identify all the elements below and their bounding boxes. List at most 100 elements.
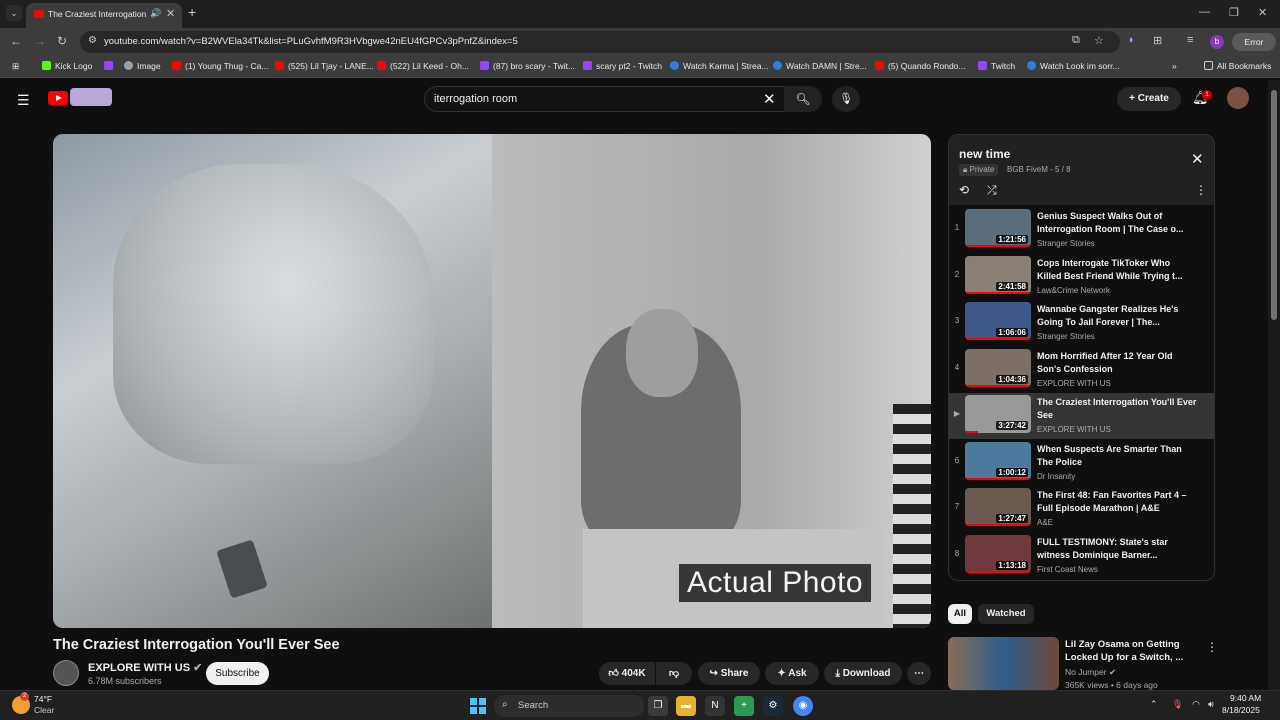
playlist-item-title[interactable]: Cops Interrogate TikToker Who Killed Bes… (1037, 257, 1197, 283)
bookmark-item[interactable]: Watch Karma | Strea... (670, 61, 769, 71)
account-avatar[interactable] (1227, 87, 1249, 109)
ask-button[interactable]: ✦ Ask (765, 662, 819, 685)
playlist-item-thumbnail[interactable]: 2:41:58 (965, 255, 1031, 294)
playlist-item[interactable]: 6 1:00:12 When Suspects Are Smarter Than T… (949, 440, 1214, 486)
forward-button[interactable]: → (34, 34, 46, 48)
scrollbar-thumb[interactable] (1271, 90, 1277, 320)
temperature[interactable]: 74°F (34, 694, 52, 704)
youtube-logo[interactable] (48, 91, 68, 105)
tab-audio-icon[interactable]: 🔊 (150, 8, 161, 19)
extension-icon[interactable]: ◗ (1128, 34, 1135, 46)
close-window-button[interactable]: ✕ (1258, 6, 1267, 19)
recommendation-more-icon[interactable]: ⋮ (1206, 640, 1218, 654)
maximize-button[interactable]: ❐ (1229, 6, 1239, 19)
steam-icon[interactable]: ⚙ (763, 696, 783, 716)
playlist-item-thumbnail[interactable]: 1:27:47 (965, 488, 1031, 526)
playlist-item-title[interactable]: Genius Suspect Walks Out of Interrogatio… (1037, 210, 1197, 236)
playlist-item-channel[interactable]: A&E (1037, 518, 1053, 527)
playlist-title[interactable]: new time (959, 147, 1010, 161)
site-info-icon[interactable]: ⚙ (88, 35, 97, 46)
playlist-item-title[interactable]: When Suspects Are Smarter Than The Polic… (1037, 443, 1197, 469)
search-input[interactable]: iterrogation room ✕ (424, 86, 786, 112)
clear-search-icon[interactable]: ✕ (763, 90, 776, 108)
bookmark-item[interactable] (104, 61, 117, 71)
profile-avatar[interactable]: b (1210, 35, 1224, 49)
install-app-icon[interactable]: ⧉ (1072, 34, 1080, 47)
microphone-in-use-icon[interactable]: 🎙︎ (1172, 699, 1183, 710)
wifi-icon[interactable]: ◠ (1192, 699, 1200, 710)
loop-icon[interactable]: ⟲ (959, 183, 969, 197)
reload-button[interactable]: ↻ (57, 34, 67, 48)
playlist-item[interactable]: 1 1:21:56 Genius Suspect Walks Out of Inte… (949, 207, 1214, 253)
playlist-item-title[interactable]: Wannabe Gangster Realizes He's Going To … (1037, 303, 1197, 329)
chip-watched[interactable]: Watched (978, 604, 1034, 624)
channel-avatar[interactable] (53, 660, 79, 686)
create-button[interactable]: + Create (1117, 87, 1181, 111)
playlist-item-title[interactable]: The Craziest Interrogation You'll Ever S… (1037, 396, 1197, 422)
bookmark-item[interactable]: Image (124, 61, 161, 71)
more-actions-button[interactable]: ⋯ (907, 662, 931, 685)
recommendation-channel[interactable]: No Jumper ✔ (1065, 667, 1116, 678)
bookmark-item[interactable]: (87) bro scary - Twit... (480, 61, 575, 71)
playlist-item-channel[interactable]: Law&Crime Network (1037, 286, 1110, 295)
search-query-text[interactable]: iterrogation room (434, 93, 517, 105)
playlist-item[interactable]: 3 1:06:06 Wannabe Gangster Realizes He's G… (949, 300, 1214, 346)
address-bar[interactable]: ⚙ youtube.com/watch?v=B2WVEla34Tk&list=P… (80, 31, 1120, 53)
bookmark-item[interactable]: (1) Young Thug - Ca... (172, 61, 268, 71)
playlist-item[interactable]: ▶ 3:27:42 The Craziest Interrogation You'l… (949, 393, 1214, 439)
bookmarks-overflow-icon[interactable]: » (1172, 61, 1177, 71)
browser-tab-active[interactable]: The Craziest Interrogation You'll Ever S… (26, 3, 182, 28)
playlist-item-thumbnail[interactable]: 1:00:12 (965, 441, 1031, 480)
bookmark-item[interactable]: Watch Look im sorr... (1027, 61, 1120, 71)
playlist-item-thumbnail[interactable]: 1:21:56 (965, 209, 1031, 247)
start-button[interactable] (470, 698, 486, 714)
youtube-doodle-logo[interactable] (70, 88, 112, 106)
clock-time[interactable]: 9:40 AM (1230, 693, 1261, 703)
all-bookmarks-folder[interactable]: All Bookmarks (1204, 61, 1271, 71)
task-view-icon[interactable]: ❐ (648, 696, 668, 716)
chip-all[interactable]: All (948, 604, 972, 624)
clock-date[interactable]: 8/18/2025 (1222, 705, 1260, 715)
recommendation-thumbnail[interactable] (948, 637, 1059, 690)
bookmark-item[interactable]: Kick Logo (42, 61, 92, 71)
bookmark-item[interactable]: Twitch (978, 61, 1015, 71)
subscribe-button[interactable]: Subscribe (206, 662, 269, 685)
tab-close-icon[interactable]: ✕ (166, 7, 175, 20)
url-text[interactable]: youtube.com/watch?v=B2WVEla34Tk&list=PLu… (104, 36, 518, 47)
apps-grid-icon[interactable]: ⊞ (12, 61, 19, 72)
close-playlist-icon[interactable]: ✕ (1191, 150, 1204, 168)
chrome-icon[interactable]: ◉ (793, 696, 813, 716)
bookmark-item[interactable]: Watch DAMN | Stre... (773, 61, 867, 71)
bookmark-item[interactable]: scary pt2 - Twitch (583, 61, 662, 71)
playlist-item-thumbnail[interactable]: 1:13:18 (965, 534, 1031, 573)
playlist-item[interactable]: 4 1:04:36 Mom Horrified After 12 Year Old … (949, 347, 1214, 393)
like-button[interactable]: 👍︎ 404K (599, 662, 655, 685)
playlist-item-thumbnail[interactable]: 1:04:36 (965, 348, 1031, 387)
spreadsheet-app-icon[interactable]: + (734, 696, 754, 716)
share-button[interactable]: ↪ Share (698, 662, 760, 685)
taskbar-search[interactable]: ⌕ Search (494, 695, 644, 717)
back-button[interactable]: ← (10, 34, 22, 48)
new-tab-button[interactable]: + (188, 4, 196, 20)
channel-name[interactable]: EXPLORE WITH US ✔ (88, 661, 202, 674)
tray-overflow-icon[interactable]: ⌃ (1150, 699, 1158, 710)
playlist-item-title[interactable]: The First 48: Fan Favorites Part 4 – Ful… (1037, 489, 1197, 515)
playlist-item-thumbnail[interactable]: 1:06:06 (965, 302, 1031, 340)
video-player[interactable]: Actual Photo (53, 134, 931, 628)
playlist-item-channel[interactable]: EXPLORE WITH US (1037, 425, 1111, 434)
minimize-button[interactable]: — (1199, 6, 1210, 18)
playlist-item-channel[interactable]: Stranger Stories (1037, 239, 1095, 248)
file-explorer-icon[interactable]: ▬ (676, 696, 696, 716)
voice-search-button[interactable]: 🎙︎ (832, 86, 860, 112)
error-button[interactable]: Error (1232, 33, 1276, 51)
volume-icon[interactable]: 🔊︎ (1208, 699, 1214, 710)
extensions-puzzle-icon[interactable]: ⊞ (1153, 34, 1162, 47)
bookmark-star-icon[interactable]: ☆ (1094, 34, 1104, 47)
weather-condition[interactable]: Clear (34, 705, 54, 715)
playlist-more-icon[interactable]: ⋮ (1195, 183, 1207, 197)
recommendation-title[interactable]: Lil Zay Osama on Getting Locked Up for a… (1065, 638, 1195, 664)
bookmark-item[interactable]: (522) Lil Keed - Oh... (377, 61, 469, 71)
media-controls-icon[interactable]: ≡ (1187, 34, 1193, 46)
playlist-item-title[interactable]: FULL TESTIMONY: State's star witness Dom… (1037, 536, 1197, 562)
playlist-item-thumbnail[interactable]: 3:27:42 (965, 395, 1031, 433)
